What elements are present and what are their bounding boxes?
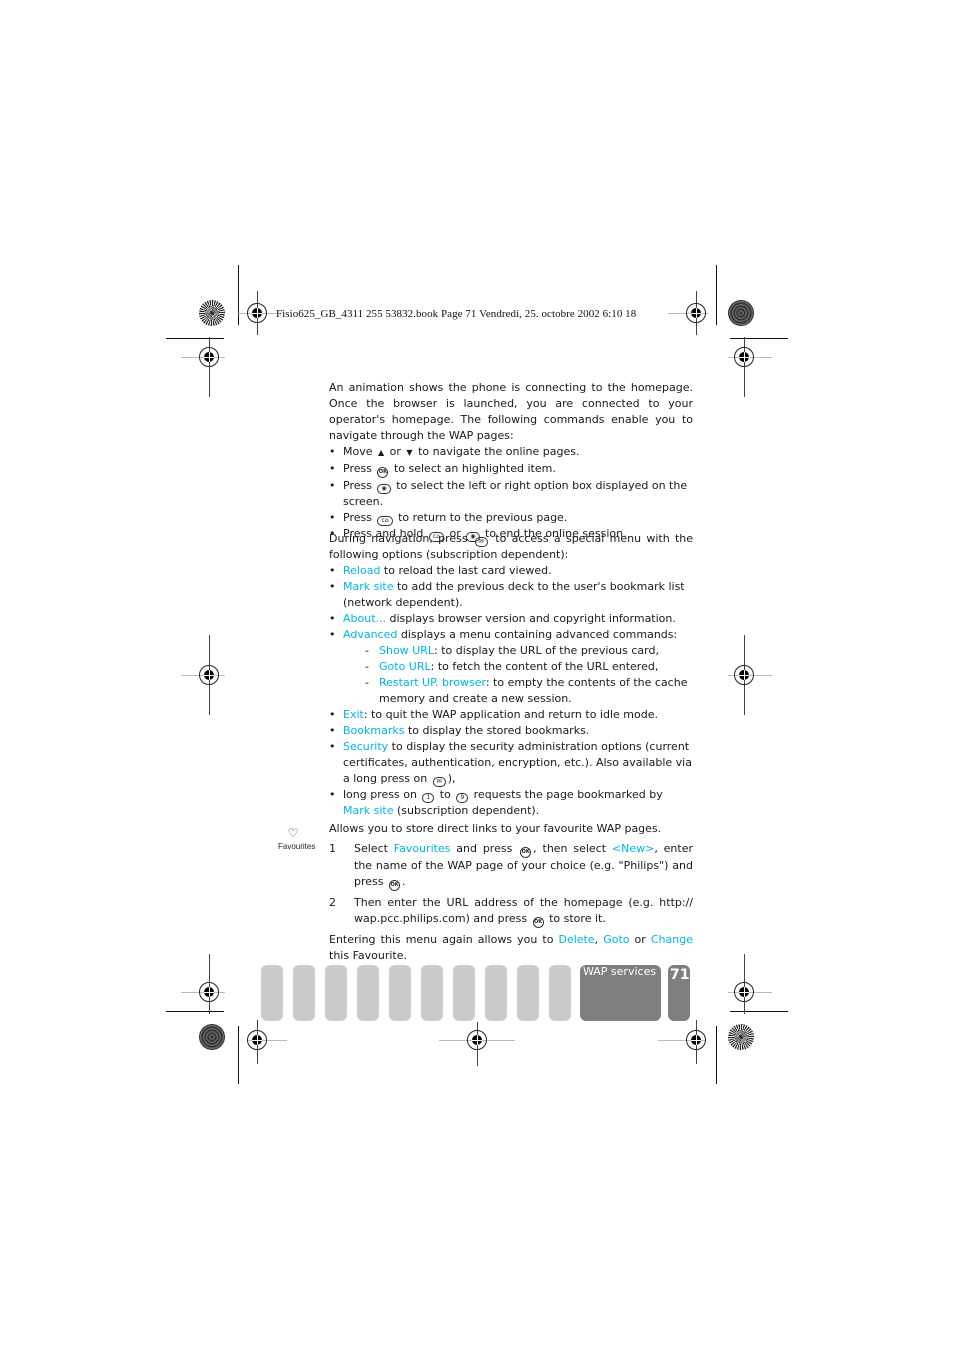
favourites-outro: Entering this menu again allows you to D…: [329, 933, 693, 962]
crop-mark: [166, 1011, 224, 1012]
list-item: Advanced displays a menu containing adva…: [329, 627, 693, 707]
advanced-commands-list: Show URL: to display the URL of the prev…: [343, 643, 693, 707]
list-item: Move ▲ or ▼ to navigate the online pages…: [329, 444, 693, 461]
list-item: Mark site to add the previous deck to th…: [329, 579, 693, 611]
crop-mark: [716, 1026, 717, 1084]
crop-mark: [166, 338, 224, 339]
chapter-tab-inactive: [389, 965, 411, 1021]
new-term: <New>: [611, 842, 655, 855]
color-starburst-icon: [199, 300, 225, 326]
nav-key-icon: ◉: [377, 484, 391, 494]
menu-paragraph: During navigation, press ✉ to access a s…: [329, 532, 694, 561]
chapter-tab-inactive: [453, 965, 475, 1021]
crop-mark: [716, 265, 717, 325]
change-term: Change: [650, 933, 693, 946]
menu-term-bookmarks: Bookmarks: [343, 724, 405, 737]
ok-key-icon: OK: [377, 467, 389, 478]
page-number: 71: [670, 967, 690, 983]
crop-mark: [730, 338, 788, 339]
page-number-tab: 71: [668, 965, 690, 1021]
up-arrow-icon: ▲: [378, 448, 385, 457]
list-item: About... displays browser version and co…: [329, 611, 693, 627]
chapter-tab-inactive: [485, 965, 507, 1021]
list-item: Goto URL: to fetch the content of the UR…: [365, 659, 693, 675]
menu-key-icon: ✉: [432, 777, 446, 787]
delete-term: Delete: [558, 933, 595, 946]
menu-term-goto-url: Goto URL: [379, 660, 431, 673]
step-item: 2 Then enter the URL address of the home…: [329, 895, 693, 928]
favourites-section: Allows you to store direct links to your…: [329, 821, 693, 964]
key-1-icon: 1: [422, 793, 435, 803]
chapter-tab-inactive: [293, 965, 315, 1021]
menu-term-advanced: Advanced: [343, 628, 398, 641]
navigation-commands-list: Move ▲ or ▼ to navigate the online pages…: [329, 444, 693, 542]
menu-term-exit: Exit: [343, 708, 364, 721]
clear-key-icon: c⌂: [377, 516, 393, 526]
ok-key-icon: OK: [389, 880, 400, 891]
special-menu-section: During navigation, press ✉ to access a s…: [329, 531, 693, 819]
color-target-icon: [199, 1024, 225, 1050]
goto-term: Goto: [603, 933, 630, 946]
list-item: Press ◉ to select the left or right opti…: [329, 478, 693, 510]
favourites-side-label: Favourites: [278, 842, 316, 851]
crop-mark: [238, 265, 239, 325]
ok-key-icon: OK: [520, 847, 532, 858]
list-item: Press OK to select an highlighted item.: [329, 461, 693, 478]
favourites-steps: 1 Select Favourites and press OK, then s…: [329, 841, 693, 928]
chapter-tab-inactive: [261, 965, 283, 1021]
chapter-tab-inactive: [325, 965, 347, 1021]
menu-term-mark-site: Mark site: [343, 804, 394, 817]
color-target-icon: [728, 300, 754, 326]
chapter-tab-label: WAP services: [583, 965, 657, 978]
favourites-intro: Allows you to store direct links to your…: [329, 822, 662, 835]
menu-options-list: Reload to reload the last card viewed. M…: [329, 563, 693, 819]
menu-term-restart-browser: Restart UP. browser: [379, 676, 486, 689]
intro-paragraph: An animation shows the phone is connecti…: [329, 381, 693, 442]
list-item: long press on 1 to 9 requests the page b…: [329, 787, 693, 819]
list-item: Press c⌂ to return to the previous page.: [329, 510, 693, 526]
chapter-tab-inactive: [517, 965, 539, 1021]
chapter-tab-active: WAP services: [580, 965, 661, 1021]
menu-term-show-url: Show URL: [379, 644, 434, 657]
crop-mark: [730, 1011, 788, 1012]
list-item: Exit: to quit the WAP application and re…: [329, 707, 693, 723]
list-item: Bookmarks to display the stored bookmark…: [329, 723, 693, 739]
list-item: Restart UP. browser: to empty the conten…: [365, 675, 693, 707]
chapter-tab-inactive: [421, 965, 443, 1021]
menu-term-security: Security: [343, 740, 389, 753]
key-9-icon: 9: [456, 793, 469, 803]
menu-term-about: About...: [343, 612, 387, 625]
menu-term-reload: Reload: [343, 564, 381, 577]
print-header: Fisio625_GB_4311 255 53832.book Page 71 …: [276, 308, 637, 320]
intro-section: An animation shows the phone is connecti…: [329, 380, 693, 542]
step-item: 1 Select Favourites and press OK, then s…: [329, 841, 693, 891]
favourites-icon: ♡: [287, 826, 299, 840]
list-item: Security to display the security adminis…: [329, 739, 693, 787]
list-item: Reload to reload the last card viewed.: [329, 563, 693, 579]
list-item: Show URL: to display the URL of the prev…: [365, 643, 693, 659]
chapter-tab-inactive: [357, 965, 379, 1021]
chapter-tab-inactive: [549, 965, 571, 1021]
down-arrow-icon: ▼: [406, 448, 413, 457]
crop-mark: [238, 1026, 239, 1084]
color-starburst-icon: [728, 1024, 754, 1050]
menu-key-icon: ✉: [474, 537, 488, 547]
favourites-term: Favourites: [393, 842, 451, 855]
ok-key-icon: OK: [532, 917, 544, 928]
menu-term-mark-site: Mark site: [343, 580, 394, 593]
